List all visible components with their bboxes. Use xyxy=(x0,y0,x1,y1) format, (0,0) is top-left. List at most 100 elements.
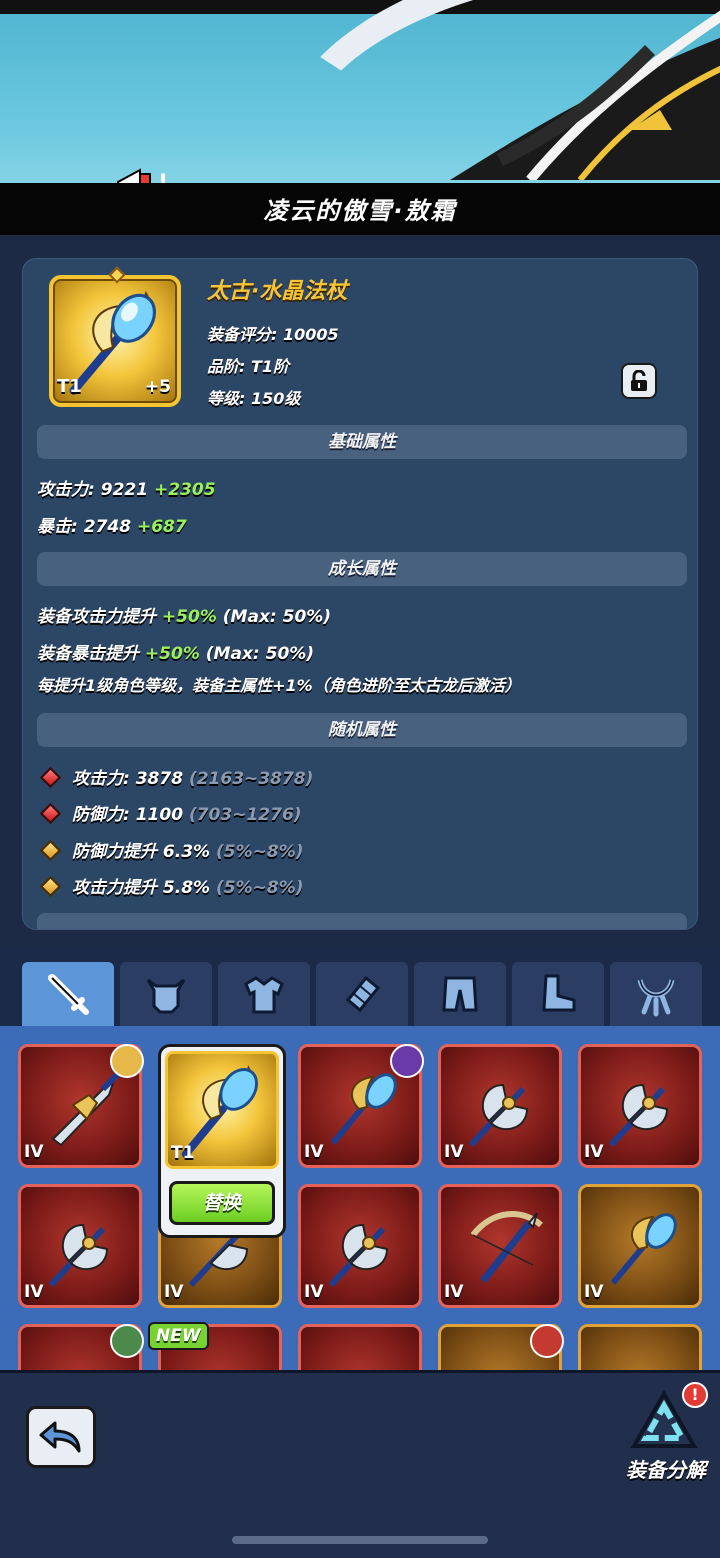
section-random-attributes: 随机属性 xyxy=(37,713,687,747)
item-level: 等级: 150级 xyxy=(207,389,301,408)
stat-value: 2748 xyxy=(83,517,132,537)
equipment-screen: ! 凌云的傲雪·敖霜 T1 +5 太古·水晶法杖 装备评分: 10005 品阶:… xyxy=(0,0,720,1558)
home-indicator xyxy=(232,1536,488,1544)
weapon-icon xyxy=(48,974,89,1015)
growth-attack: 装备攻击力提升 +50% (Max: 50%) xyxy=(37,602,331,627)
tab-necklace[interactable] xyxy=(610,962,702,1026)
growth-label: 装备暴击提升 xyxy=(37,644,139,664)
hero-art xyxy=(450,10,720,180)
random-stat-label: 防御力提升 6.3% xyxy=(72,842,211,862)
growth-label: 装备攻击力提升 xyxy=(37,607,156,627)
tier-label: IV xyxy=(444,1142,464,1162)
equipment-slot[interactable]: IV xyxy=(298,1184,422,1308)
tab-bracer[interactable] xyxy=(316,962,408,1026)
random-stat-label: 防御力: 1100 xyxy=(72,805,184,825)
tab-armor[interactable] xyxy=(218,962,310,1026)
equipment-slot[interactable]: IV xyxy=(18,1184,142,1308)
tab-helmet[interactable] xyxy=(120,962,212,1026)
tier-label: T1 xyxy=(57,376,82,397)
bracer-icon xyxy=(345,975,381,1013)
tier-label: IV xyxy=(444,1282,464,1302)
lock-button[interactable] xyxy=(621,363,657,399)
pants-icon xyxy=(442,976,478,1012)
unlock-icon xyxy=(631,370,647,391)
equipment-slot[interactable]: IV xyxy=(578,1044,702,1168)
enhance-level-label: +5 xyxy=(144,377,171,397)
growth-note: 每提升1级角色等级，装备主属性+1%（角色进阶至太古龙后激活） xyxy=(37,676,521,695)
item-detail-panel: T1 +5 太古·水晶法杖 装备评分: 10005 品阶: T1阶 等级: 15… xyxy=(22,258,698,930)
selected-item-icon[interactable]: T1 xyxy=(165,1051,279,1169)
growth-crit: 装备暴击提升 +50% (Max: 50%) xyxy=(37,639,314,664)
tier-label: IV xyxy=(304,1282,324,1302)
boots-icon xyxy=(542,974,576,1012)
gold-gem-icon xyxy=(39,839,62,862)
hero-portrait-icon xyxy=(530,1324,564,1358)
growth-max: (Max: 50%) xyxy=(222,607,332,627)
tier-label: IV xyxy=(584,1142,604,1162)
hero-portrait-icon xyxy=(110,1044,144,1078)
tab-boots[interactable] xyxy=(512,962,604,1026)
new-badge: NEW xyxy=(148,1322,209,1350)
equipment-slot[interactable]: IV xyxy=(578,1184,702,1308)
tier-label: IV xyxy=(24,1282,44,1302)
armor-icon xyxy=(244,976,284,1014)
necklace-icon xyxy=(637,979,675,1017)
salvage-button[interactable]: ! 装备分解 xyxy=(620,1382,710,1490)
tier-label: IV xyxy=(304,1142,324,1162)
section-growth-attributes: 成长属性 xyxy=(37,552,687,586)
section-basic-attributes: 基础属性 xyxy=(37,425,687,459)
random-stat-label: 攻击力: 3878 xyxy=(72,769,184,789)
section-next-cut-off xyxy=(37,913,687,929)
tab-pants[interactable] xyxy=(414,962,506,1026)
tier-label: IV xyxy=(164,1282,184,1302)
crossbow-icon xyxy=(470,1211,543,1284)
tier-label: T1 xyxy=(171,1143,195,1163)
random-stat-range: (2163~3878) xyxy=(188,769,314,789)
replace-button[interactable]: 替换 xyxy=(169,1181,275,1225)
random-stat-row: 防御力: 1100 (703~1276) xyxy=(39,800,302,825)
stat-bonus: +2305 xyxy=(153,480,216,500)
red-gem-icon xyxy=(39,766,62,789)
random-stat-row: 攻击力: 3878 (2163~3878) xyxy=(39,764,314,789)
back-button[interactable] xyxy=(26,1406,96,1468)
hero-banner: ! 凌云的傲雪·敖霜 xyxy=(0,0,720,235)
sword-icon xyxy=(51,1068,124,1147)
equipment-slot[interactable] xyxy=(298,1324,422,1370)
equipment-grid: IV IV IV IV IV IV IV IV IV xyxy=(0,1026,720,1370)
tier-label: IV xyxy=(24,1142,44,1162)
item-icon: T1 +5 xyxy=(49,266,181,407)
random-stat-row: 防御力提升 6.3% (5%~8%) xyxy=(39,837,304,862)
tab-weapon[interactable] xyxy=(22,962,114,1026)
hero-portrait-icon xyxy=(390,1044,424,1078)
axe-icon xyxy=(328,1223,389,1288)
hero-title: 凌云的傲雪·敖霜 xyxy=(263,197,457,225)
stat-label: 暴击: xyxy=(37,517,78,537)
random-stat-row: 攻击力提升 5.8% (5%~8%) xyxy=(39,873,304,898)
stat-value: 9221 xyxy=(100,480,149,500)
item-score: 装备评分: 10005 xyxy=(207,325,339,344)
salvage-label: 装备分解 xyxy=(626,1458,706,1482)
random-stat-range: (5%~8%) xyxy=(216,878,304,898)
crystal-staff-icon xyxy=(330,1073,397,1145)
growth-bonus: +50% xyxy=(161,607,217,627)
random-stat-range: (5%~8%) xyxy=(216,842,304,862)
back-arrow-icon xyxy=(39,1421,81,1453)
growth-bonus: +50% xyxy=(144,644,200,664)
equipment-slot[interactable]: IV xyxy=(438,1044,562,1168)
growth-max: (Max: 50%) xyxy=(205,644,315,664)
notification-badge: ! xyxy=(682,1382,708,1408)
gold-gem-icon xyxy=(39,875,62,898)
red-gem-icon xyxy=(39,802,62,825)
stat-attack: 攻击力: 9221 +2305 xyxy=(37,475,216,500)
equipment-slot[interactable]: IV xyxy=(438,1184,562,1308)
item-grade: 品阶: T1阶 xyxy=(207,357,290,376)
stat-label: 攻击力: xyxy=(37,480,95,500)
hero-portrait-icon xyxy=(110,1324,144,1358)
item-name: 太古·水晶法杖 xyxy=(207,279,348,304)
stat-bonus: +687 xyxy=(136,517,187,537)
axe-icon xyxy=(608,1083,669,1148)
stat-crit: 暴击: 2748 +687 xyxy=(37,512,187,537)
equipment-slot[interactable] xyxy=(578,1324,702,1370)
crystal-staff-icon xyxy=(610,1213,677,1285)
random-stat-range: (703~1276) xyxy=(188,805,302,825)
